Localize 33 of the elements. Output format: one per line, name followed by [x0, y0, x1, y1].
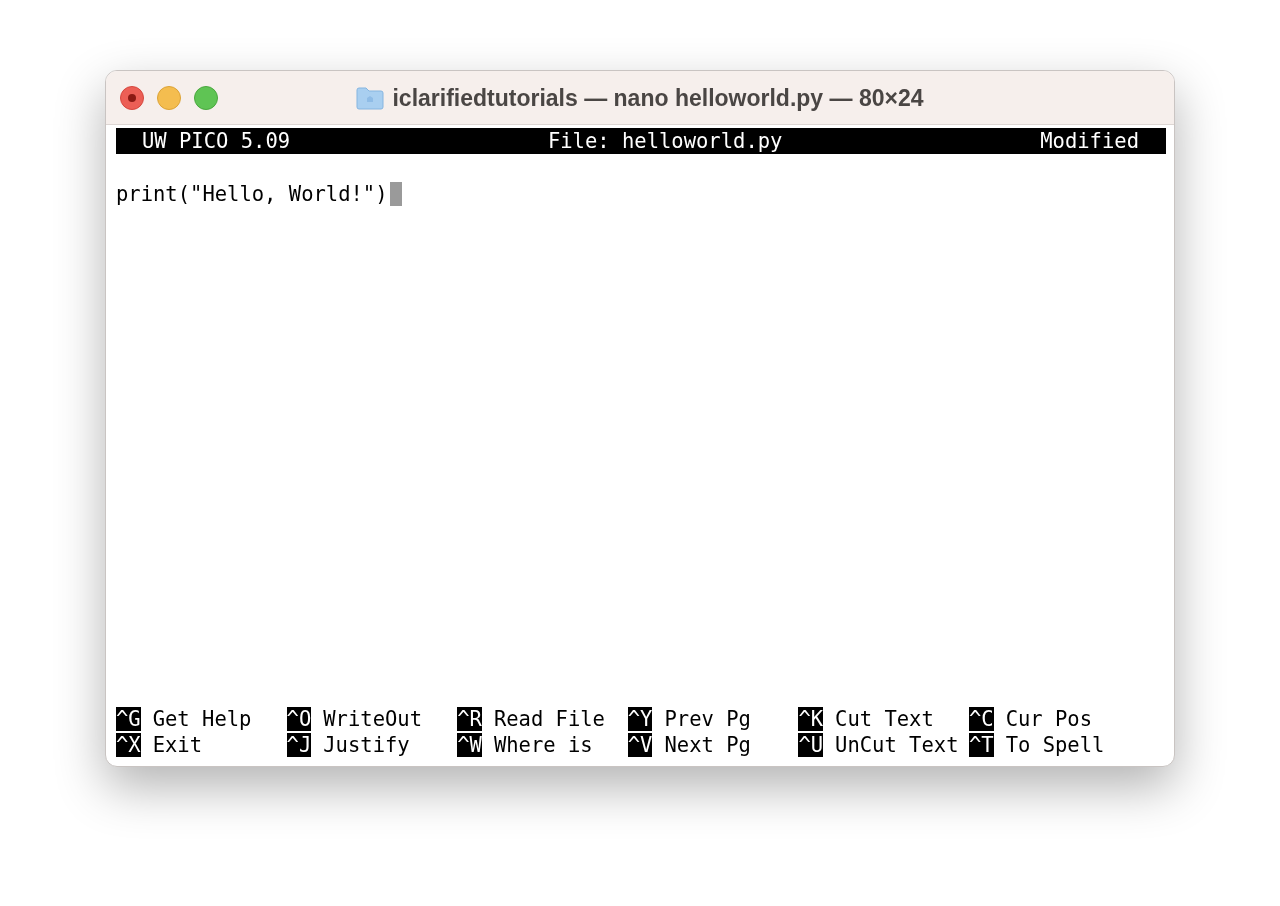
shortcut-key: ^Y: [627, 706, 653, 731]
window-title: iclarifiedtutorials — nano helloworld.py — 80×24: [392, 83, 924, 113]
shortcut-label: Prev Pg: [664, 705, 751, 732]
shortcut-label: WriteOut: [323, 705, 423, 732]
folder-icon: [356, 86, 385, 110]
shortcut-key: ^U: [798, 732, 824, 757]
shortcut-key: ^W: [457, 732, 482, 757]
shortcut-key: ^X: [116, 732, 141, 757]
shortcut-key: ^C: [968, 706, 994, 731]
shortcut-label: Get Help: [152, 705, 252, 732]
shortcut-label: Justify: [323, 731, 410, 758]
shortcut-key: ^J: [286, 732, 312, 757]
shortcut-label: Read File: [493, 705, 605, 732]
shortcut-label: Where is: [493, 731, 593, 758]
minimize-button[interactable]: [157, 85, 181, 110]
shortcut-key: ^K: [798, 706, 824, 731]
shortcut-label: Next Pg: [664, 731, 751, 758]
app-version: UW PICO 5.09: [142, 128, 291, 155]
shortcut-label: To Spell: [1005, 731, 1105, 758]
code-line: print("Hello, World!"): [116, 180, 388, 207]
shortcut-label: Cut Text: [835, 705, 934, 732]
file-name: File: helloworld.py: [547, 128, 783, 155]
zoom-button[interactable]: [194, 85, 218, 110]
shortcut-label: Cur Pos: [1005, 705, 1093, 732]
shortcut-key: ^G: [116, 706, 141, 731]
shortcut-key: ^T: [968, 732, 994, 757]
shortcut-key: ^V: [627, 732, 653, 757]
shortcut-label: Exit: [152, 731, 203, 758]
close-button[interactable]: [120, 85, 144, 110]
shortcut-key: ^R: [457, 706, 482, 731]
shortcut-key: ^O: [286, 706, 312, 731]
shortcut-label: UnCut Text: [835, 731, 959, 758]
modified-status: Modified: [1040, 128, 1139, 155]
